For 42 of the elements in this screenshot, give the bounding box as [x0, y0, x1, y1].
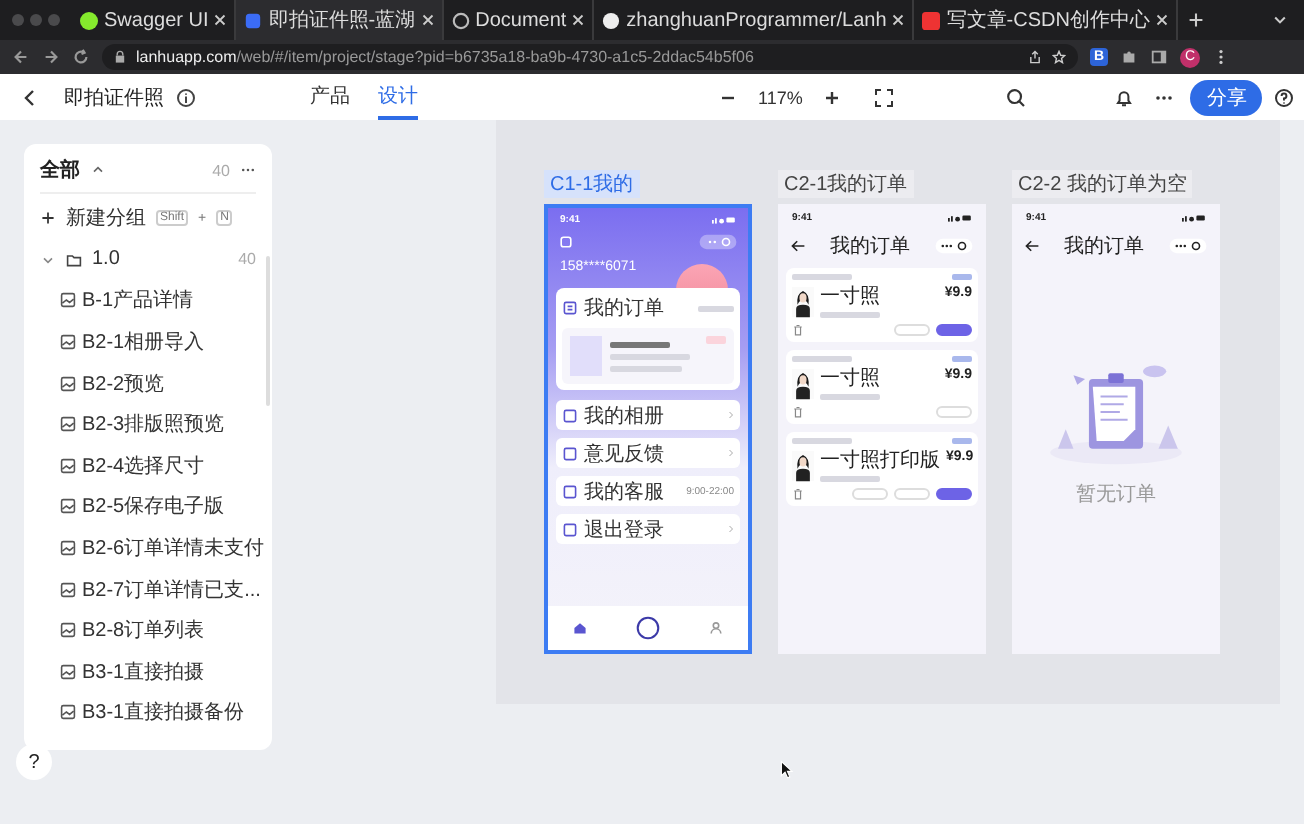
folder-name[interactable]: 1.0 — [92, 248, 120, 271]
menu-row[interactable]: 意见反馈 — [556, 438, 740, 468]
menu-row[interactable]: 退出登录 — [556, 514, 740, 544]
filter-title[interactable]: 全部 — [40, 156, 80, 184]
count-label: 40 — [212, 161, 230, 179]
product-name: 一寸照打印版 — [820, 450, 940, 472]
page-list-item[interactable]: B2-3排版照预览 — [82, 410, 225, 439]
product-name: 一寸照 — [820, 368, 880, 390]
zoom-level[interactable]: 117% — [758, 87, 803, 107]
menu-row[interactable]: 我的相册 — [556, 400, 740, 430]
page-list-item[interactable]: B2-2预览 — [82, 369, 165, 398]
page-list-item[interactable]: B-1产品详情 — [82, 286, 194, 315]
help-button[interactable]: ? — [16, 744, 52, 780]
view-tab[interactable]: 设计 — [378, 74, 418, 120]
artboard-title[interactable]: C2-2 我的订单为空 — [1012, 170, 1193, 198]
artboard-title[interactable]: C2-1我的订单 — [778, 170, 914, 198]
share-button[interactable]: 分享 — [1190, 79, 1263, 115]
product-name: 一寸照 — [820, 286, 880, 308]
page-list-item[interactable]: B2-4选择尺寸 — [82, 451, 205, 480]
count-label: 40 — [238, 250, 256, 269]
page-list-item[interactable]: B2-6订单详情未支付 — [82, 534, 265, 563]
page-list-item[interactable]: B3-1直接拍摄备份 — [82, 698, 245, 727]
page-list-item[interactable]: B2-7订单详情已支... — [82, 575, 261, 604]
menu-label: 我的相册 — [584, 403, 664, 429]
page-list-item[interactable]: B2-1相册导入 — [82, 328, 205, 357]
view-tab[interactable]: 产品 — [310, 74, 350, 120]
page-list-item[interactable]: B2-5保存电子版 — [82, 492, 225, 521]
page-title: 我的订单 — [1064, 233, 1144, 260]
empty-state-text: 暂无订单 — [1076, 481, 1156, 508]
browser-tab[interactable]: 即拍证件照-蓝湖 — [236, 0, 444, 40]
menu-label: 我的客服 — [584, 479, 664, 505]
address-bar[interactable]: lanhuapp.com/web/#/item/project/stage?pid=b6735a18-ba9b-4730-a1c5-2ddac54b5f06 — [102, 44, 1078, 70]
new-group-button[interactable]: 新建分组 — [66, 204, 146, 233]
project-name[interactable]: 即拍证件照 — [64, 83, 164, 111]
menu-label[interactable]: 我的订单 — [584, 294, 664, 322]
menu-label: 意见反馈 — [584, 441, 664, 467]
artboard-title[interactable]: C1-1我的 — [544, 170, 640, 198]
page-list-item[interactable]: B3-1直接拍摄 — [82, 657, 205, 686]
url-text: lanhuapp.com/web/#/item/project/stage?pid=b6735a18-ba9b-4730-a1c5-2ddac54b5f06 — [136, 48, 756, 66]
page-list-item[interactable]: B2-8订单列表 — [82, 616, 205, 645]
page-title: 我的订单 — [830, 233, 910, 260]
menu-label: 退出登录 — [584, 517, 664, 543]
